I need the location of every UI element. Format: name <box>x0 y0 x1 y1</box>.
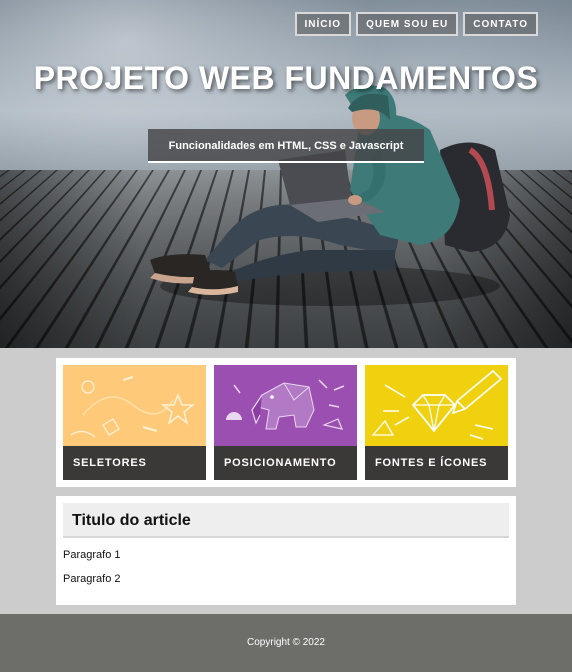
seletores-pattern-icon <box>63 365 206 446</box>
feature-cards: SELETORES POSICIONAMENTO FONTES E ÍCONES <box>56 358 516 487</box>
nav-quem-sou-eu-link[interactable]: QUEM SOU EU <box>356 12 459 36</box>
hero-banner: INÍCIO QUEM SOU EU CONTATO PROJETO WEB F… <box>0 0 572 348</box>
nav-inicio-link[interactable]: INÍCIO <box>294 12 352 36</box>
nav-contato-link[interactable]: CONTATO <box>463 12 538 36</box>
main-nav: INÍCIO QUEM SOU EU CONTATO <box>294 12 538 36</box>
article-paragraph-1: Paragrafo 1 <box>63 549 121 561</box>
card-posicionamento[interactable]: POSICIONAMENTO <box>214 365 357 480</box>
copyright-text: Copyright © 2022 <box>247 637 325 648</box>
hero-subtitle: Funcionalidades em HTML, CSS e Javascrip… <box>148 129 424 163</box>
card-fontes-e-icones-label: FONTES E ÍCONES <box>365 446 508 480</box>
card-fontes-e-icones[interactable]: FONTES E ÍCONES <box>365 365 508 480</box>
article-title: Titulo do article <box>63 503 509 538</box>
card-seletores[interactable]: SELETORES <box>63 365 206 480</box>
hero-person-with-laptop-illustration <box>150 85 510 306</box>
footer: Copyright © 2022 <box>0 614 572 672</box>
diamond-pencil-icon <box>365 365 508 446</box>
hero-title: PROJETO WEB FUNDAMENTOS <box>33 60 539 96</box>
card-seletores-label: SELETORES <box>63 446 206 480</box>
article: Titulo do article Paragrafo 1 Paragrafo … <box>56 496 516 605</box>
origami-elephant-icon <box>214 365 357 446</box>
article-paragraph-2: Paragrafo 2 <box>63 573 121 585</box>
card-posicionamento-label: POSICIONAMENTO <box>214 446 357 480</box>
